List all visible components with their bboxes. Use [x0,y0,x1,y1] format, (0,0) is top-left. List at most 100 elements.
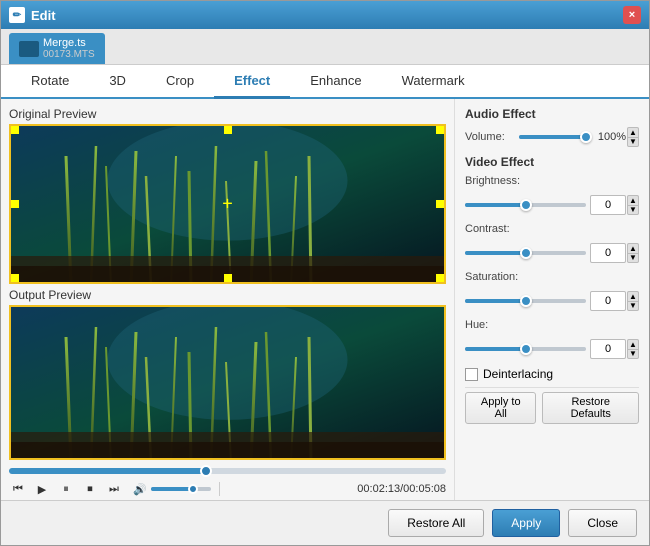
original-preview-label: Original Preview [9,107,446,121]
window-title: Edit [31,8,623,23]
crop-handle-bm[interactable] [224,274,232,282]
bottom-bar: Restore All Apply Close [1,500,649,545]
file-tab-icon [19,41,39,57]
pause-button[interactable]: ⏸ [57,480,75,498]
brightness-slider-row: ▲ ▼ [465,195,639,215]
saturation-thumb[interactable] [520,295,532,307]
time-display: 00:02:13/00:05:08 [357,483,446,495]
crop-handle-tl[interactable] [11,126,19,134]
saturation-row: Saturation: [465,271,639,283]
contrast-up[interactable]: ▲ [627,243,639,253]
progress-bar-container[interactable] [9,468,446,474]
contrast-slider-track[interactable] [465,251,586,255]
volume-label: Volume: [465,131,515,143]
skip-forward-button[interactable]: ⏭ [105,480,123,498]
saturation-input[interactable] [590,291,626,311]
file-tab-content: Merge.ts 00173.MTS [43,37,95,60]
contrast-down[interactable]: ▼ [627,253,639,263]
hue-slider-track[interactable] [465,347,586,351]
stop-button[interactable]: ⏹ [81,480,99,498]
volume-icon: 🔊 [133,483,147,496]
deinterlace-checkbox[interactable] [465,368,478,381]
title-bar: Edit × [1,1,649,29]
saturation-label: Saturation: [465,271,535,283]
window-icon [9,7,25,23]
volume-value: 100% [590,131,626,143]
volume-area: 🔊 [133,483,211,496]
hue-down[interactable]: ▼ [627,349,639,359]
crop-handle-tm[interactable] [224,126,232,134]
brightness-spinner[interactable]: ▲ ▼ [627,195,639,215]
tab-watermark[interactable]: Watermark [382,65,485,99]
file-tabs-bar: Merge.ts 00173.MTS [1,29,649,65]
play-button[interactable]: ▶ [33,480,51,498]
crop-crosshair: + [222,194,233,215]
output-video-frame [9,305,446,460]
volume-row: Volume: 100% ▲ ▼ [465,127,639,147]
tab-3d[interactable]: 3D [89,65,146,99]
contrast-input[interactable] [590,243,626,263]
volume-slider-track[interactable] [519,135,586,139]
progress-handle[interactable] [200,465,212,477]
volume-slider-thumb[interactable] [580,131,592,143]
crop-handle-mr[interactable] [436,200,444,208]
skip-back-button[interactable]: ⏮ [9,480,27,498]
brightness-down[interactable]: ▼ [627,205,639,215]
saturation-up[interactable]: ▲ [627,291,639,301]
brightness-slider-track[interactable] [465,203,586,207]
brightness-row: Brightness: [465,175,639,187]
contrast-slider-row: ▲ ▼ [465,243,639,263]
preview-area: Original Preview [1,99,454,500]
audio-effect-title: Audio Effect [465,107,639,121]
apply-button[interactable]: Apply [492,509,560,537]
hue-label: Hue: [465,319,535,331]
saturation-spinner[interactable]: ▲ ▼ [627,291,639,311]
hue-up[interactable]: ▲ [627,339,639,349]
close-button[interactable]: Close [568,509,637,537]
hue-input[interactable] [590,339,626,359]
saturation-fill [465,299,526,303]
crop-handle-tr[interactable] [436,126,444,134]
contrast-label: Contrast: [465,223,535,235]
volume-spinner[interactable]: ▲ ▼ [627,127,639,147]
divider [219,482,220,496]
saturation-slider-track[interactable] [465,299,586,303]
restore-all-button[interactable]: Restore All [388,509,484,537]
tab-enhance[interactable]: Enhance [290,65,381,99]
deinterlace-label: Deinterlacing [483,367,553,381]
contrast-spinner[interactable]: ▲ ▼ [627,243,639,263]
hue-spinner[interactable]: ▲ ▼ [627,339,639,359]
brightness-label: Brightness: [465,175,535,187]
file-tab-name: Merge.ts [43,37,95,49]
crop-handle-br[interactable] [436,274,444,282]
brightness-thumb[interactable] [520,199,532,211]
restore-defaults-button[interactable]: Restore Defaults [542,392,639,424]
saturation-down[interactable]: ▼ [627,301,639,311]
apply-to-all-button[interactable]: Apply to All [465,392,536,424]
brightness-fill [465,203,526,207]
file-tab[interactable]: Merge.ts 00173.MTS [9,33,105,64]
contrast-row: Contrast: [465,223,639,235]
original-video-content: + [11,126,444,282]
edit-window: Edit × Merge.ts 00173.MTS Rotate 3D Crop… [0,0,650,546]
tab-crop[interactable]: Crop [146,65,214,99]
hue-slider-row: ▲ ▼ [465,339,639,359]
output-video-content [11,307,444,458]
brightness-up[interactable]: ▲ [627,195,639,205]
hue-thumb[interactable] [520,343,532,355]
contrast-thumb[interactable] [520,247,532,259]
volume-fill [151,487,193,491]
transport-controls: ⏮ ▶ ⏸ ⏹ ⏭ 🔊 00:02:13/00:05:08 [9,480,446,498]
volume-up-arrow[interactable]: ▲ [627,127,639,137]
volume-down-arrow[interactable]: ▼ [627,137,639,147]
close-window-button[interactable]: × [623,6,641,24]
crop-handle-bl[interactable] [11,274,19,282]
saturation-slider-row: ▲ ▼ [465,291,639,311]
tab-effect[interactable]: Effect [214,65,290,99]
volume-handle[interactable] [188,484,198,494]
volume-slider[interactable] [151,487,211,491]
volume-slider-fill [519,135,586,139]
crop-handle-ml[interactable] [11,200,19,208]
tab-rotate[interactable]: Rotate [11,65,89,99]
brightness-input[interactable] [590,195,626,215]
